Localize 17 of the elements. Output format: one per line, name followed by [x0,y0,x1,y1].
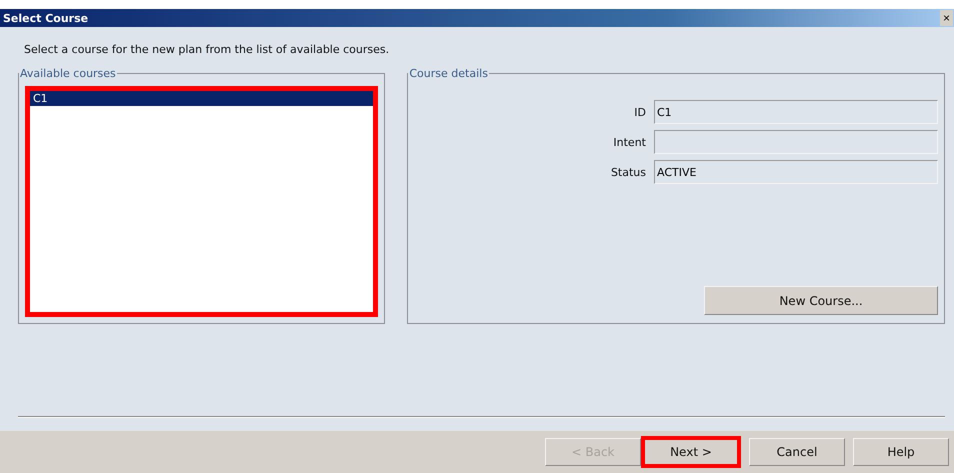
close-button[interactable]: × [940,10,953,26]
text-field[interactable]: C1 [654,100,938,124]
course-list[interactable]: C1 [25,86,378,317]
group-title: Available courses [19,67,117,80]
text-field[interactable]: ACTIVE [654,160,938,184]
dialog-button[interactable]: Cancel [749,438,845,466]
field-label: Intent [612,136,646,148]
text-field[interactable] [654,130,938,154]
dialog-button[interactable]: Help [853,438,949,466]
dialog-button[interactable]: Next > [641,436,741,468]
field-label: ID [633,106,646,118]
new-course-button[interactable]: New Course... [704,286,938,315]
course-list-item[interactable]: C1 [30,91,374,106]
window-title: Select Course [3,12,88,24]
instruction-text: Select a course for the new plan from the list of available courses. [24,43,390,56]
group-title: Course details [408,67,489,80]
field-label: Status [610,166,646,178]
